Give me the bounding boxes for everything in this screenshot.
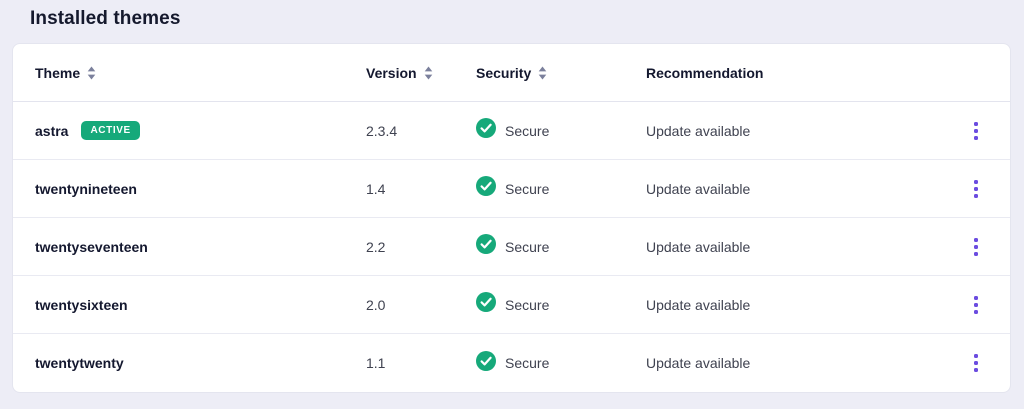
column-header-theme[interactable]: Theme	[35, 65, 366, 81]
recommendation-text: Update available	[646, 297, 952, 313]
actions-cell	[952, 348, 1000, 378]
theme-name: twentysixteen	[35, 297, 128, 313]
check-circle-icon	[476, 351, 496, 376]
kebab-icon	[974, 296, 978, 300]
row-actions-menu-button[interactable]	[964, 348, 988, 378]
check-circle-icon	[476, 118, 496, 143]
security-status: Secure	[505, 181, 549, 197]
check-circle-icon	[476, 176, 496, 201]
version-value: 1.4	[366, 181, 476, 197]
table-row: twentysixteen 2.0 Secure Update availabl…	[13, 276, 1010, 334]
table-row: twentynineteen 1.4 Secure Update availab…	[13, 160, 1010, 218]
theme-name: twentyseventeen	[35, 239, 148, 255]
recommendation-text: Update available	[646, 239, 952, 255]
security-cell: Secure	[476, 351, 646, 376]
security-cell: Secure	[476, 234, 646, 259]
security-status: Secure	[505, 355, 549, 371]
kebab-icon	[974, 180, 978, 184]
row-actions-menu-button[interactable]	[964, 174, 988, 204]
theme-cell: twentytwenty	[35, 355, 366, 371]
sort-icon	[87, 66, 96, 80]
table-row: twentytwenty 1.1 Secure Update available	[13, 334, 1010, 392]
column-header-security-label: Security	[476, 65, 531, 81]
theme-cell: twentynineteen	[35, 181, 366, 197]
table-row: astra ACTIVE 2.3.4 Secure Update availab…	[13, 102, 1010, 160]
recommendation-text: Update available	[646, 181, 952, 197]
recommendation-text: Update available	[646, 123, 952, 139]
check-circle-icon	[476, 292, 496, 317]
actions-cell	[952, 290, 1000, 320]
column-header-version-label: Version	[366, 65, 417, 81]
actions-cell	[952, 116, 1000, 146]
row-actions-menu-button[interactable]	[964, 290, 988, 320]
recommendation-text: Update available	[646, 355, 952, 371]
security-cell: Secure	[476, 118, 646, 143]
actions-cell	[952, 174, 1000, 204]
theme-name: twentytwenty	[35, 355, 124, 371]
kebab-icon	[974, 238, 978, 242]
theme-cell: twentysixteen	[35, 297, 366, 313]
installed-themes-table: Theme Version Security Recommendation as…	[12, 43, 1011, 393]
column-header-theme-label: Theme	[35, 65, 80, 81]
column-header-recommendation-label: Recommendation	[646, 65, 763, 81]
version-value: 2.2	[366, 239, 476, 255]
version-value: 1.1	[366, 355, 476, 371]
theme-name: twentynineteen	[35, 181, 137, 197]
column-header-recommendation: Recommendation	[646, 65, 952, 81]
security-status: Secure	[505, 239, 549, 255]
security-cell: Secure	[476, 176, 646, 201]
actions-cell	[952, 232, 1000, 262]
security-cell: Secure	[476, 292, 646, 317]
version-value: 2.3.4	[366, 123, 476, 139]
table-header-row: Theme Version Security Recommendation	[13, 44, 1010, 102]
theme-cell: twentyseventeen	[35, 239, 366, 255]
column-header-security[interactable]: Security	[476, 65, 646, 81]
sort-icon	[538, 66, 547, 80]
security-status: Secure	[505, 297, 549, 313]
security-status: Secure	[505, 123, 549, 139]
version-value: 2.0	[366, 297, 476, 313]
theme-cell: astra ACTIVE	[35, 121, 366, 140]
kebab-icon	[974, 354, 978, 358]
row-actions-menu-button[interactable]	[964, 116, 988, 146]
table-row: twentyseventeen 2.2 Secure Update availa…	[13, 218, 1010, 276]
check-circle-icon	[476, 234, 496, 259]
row-actions-menu-button[interactable]	[964, 232, 988, 262]
sort-icon	[424, 66, 433, 80]
active-status-badge: ACTIVE	[81, 121, 139, 140]
kebab-icon	[974, 122, 978, 126]
page-title: Installed themes	[0, 0, 1024, 30]
column-header-version[interactable]: Version	[366, 65, 476, 81]
theme-name: astra	[35, 123, 68, 139]
